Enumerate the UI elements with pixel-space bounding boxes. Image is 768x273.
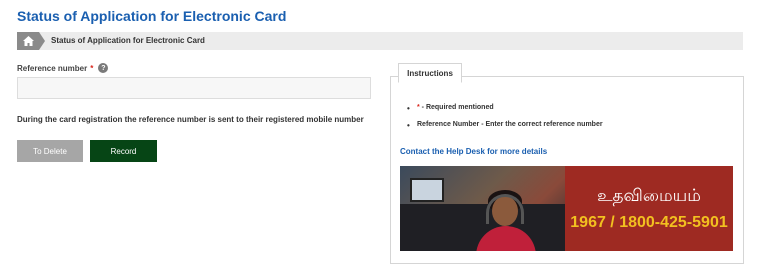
instructions-tab: Instructions bbox=[398, 63, 462, 83]
monitor-icon bbox=[410, 178, 444, 202]
reference-label: Reference number * ? bbox=[17, 63, 109, 73]
instruction-text: Reference Number - Enter the correct ref… bbox=[417, 121, 603, 128]
helpdesk-phone: 1967 / 1800-425-5901 bbox=[570, 213, 728, 231]
reference-note: During the card registration the referen… bbox=[17, 115, 364, 124]
record-button[interactable]: Record bbox=[90, 140, 157, 162]
breadcrumb-current: Status of Application for Electronic Car… bbox=[51, 36, 205, 45]
home-icon bbox=[22, 36, 34, 46]
instruction-item-reference: Reference Number - Enter the correct ref… bbox=[405, 121, 603, 130]
reference-label-text: Reference number bbox=[17, 63, 88, 73]
helpdesk-title: உதவிமையம் bbox=[597, 185, 701, 206]
reference-number-input[interactable] bbox=[17, 77, 371, 99]
help-desk-link[interactable]: Contact the Help Desk for more details bbox=[400, 147, 547, 156]
instruction-item-required: * - Required mentioned bbox=[405, 104, 603, 113]
instruction-text: - Required mentioned bbox=[419, 104, 494, 111]
page-title: Status of Application for Electronic Car… bbox=[17, 8, 287, 24]
breadcrumb-home[interactable] bbox=[17, 32, 39, 50]
instructions-list: * - Required mentioned Reference Number … bbox=[405, 104, 603, 138]
delete-button[interactable]: To Delete bbox=[17, 140, 83, 162]
helpdesk-info: உதவிமையம் 1967 / 1800-425-5901 bbox=[565, 166, 733, 251]
helpdesk-banner: உதவிமையம் 1967 / 1800-425-5901 bbox=[400, 166, 733, 251]
operator-figure bbox=[470, 176, 540, 251]
breadcrumb: Status of Application for Electronic Car… bbox=[17, 32, 743, 50]
helpdesk-photo bbox=[400, 166, 565, 251]
question-circle-icon[interactable]: ? bbox=[98, 63, 109, 73]
headset-icon bbox=[486, 194, 524, 224]
breadcrumb-arrow bbox=[39, 32, 45, 50]
required-mark: * bbox=[90, 63, 94, 73]
